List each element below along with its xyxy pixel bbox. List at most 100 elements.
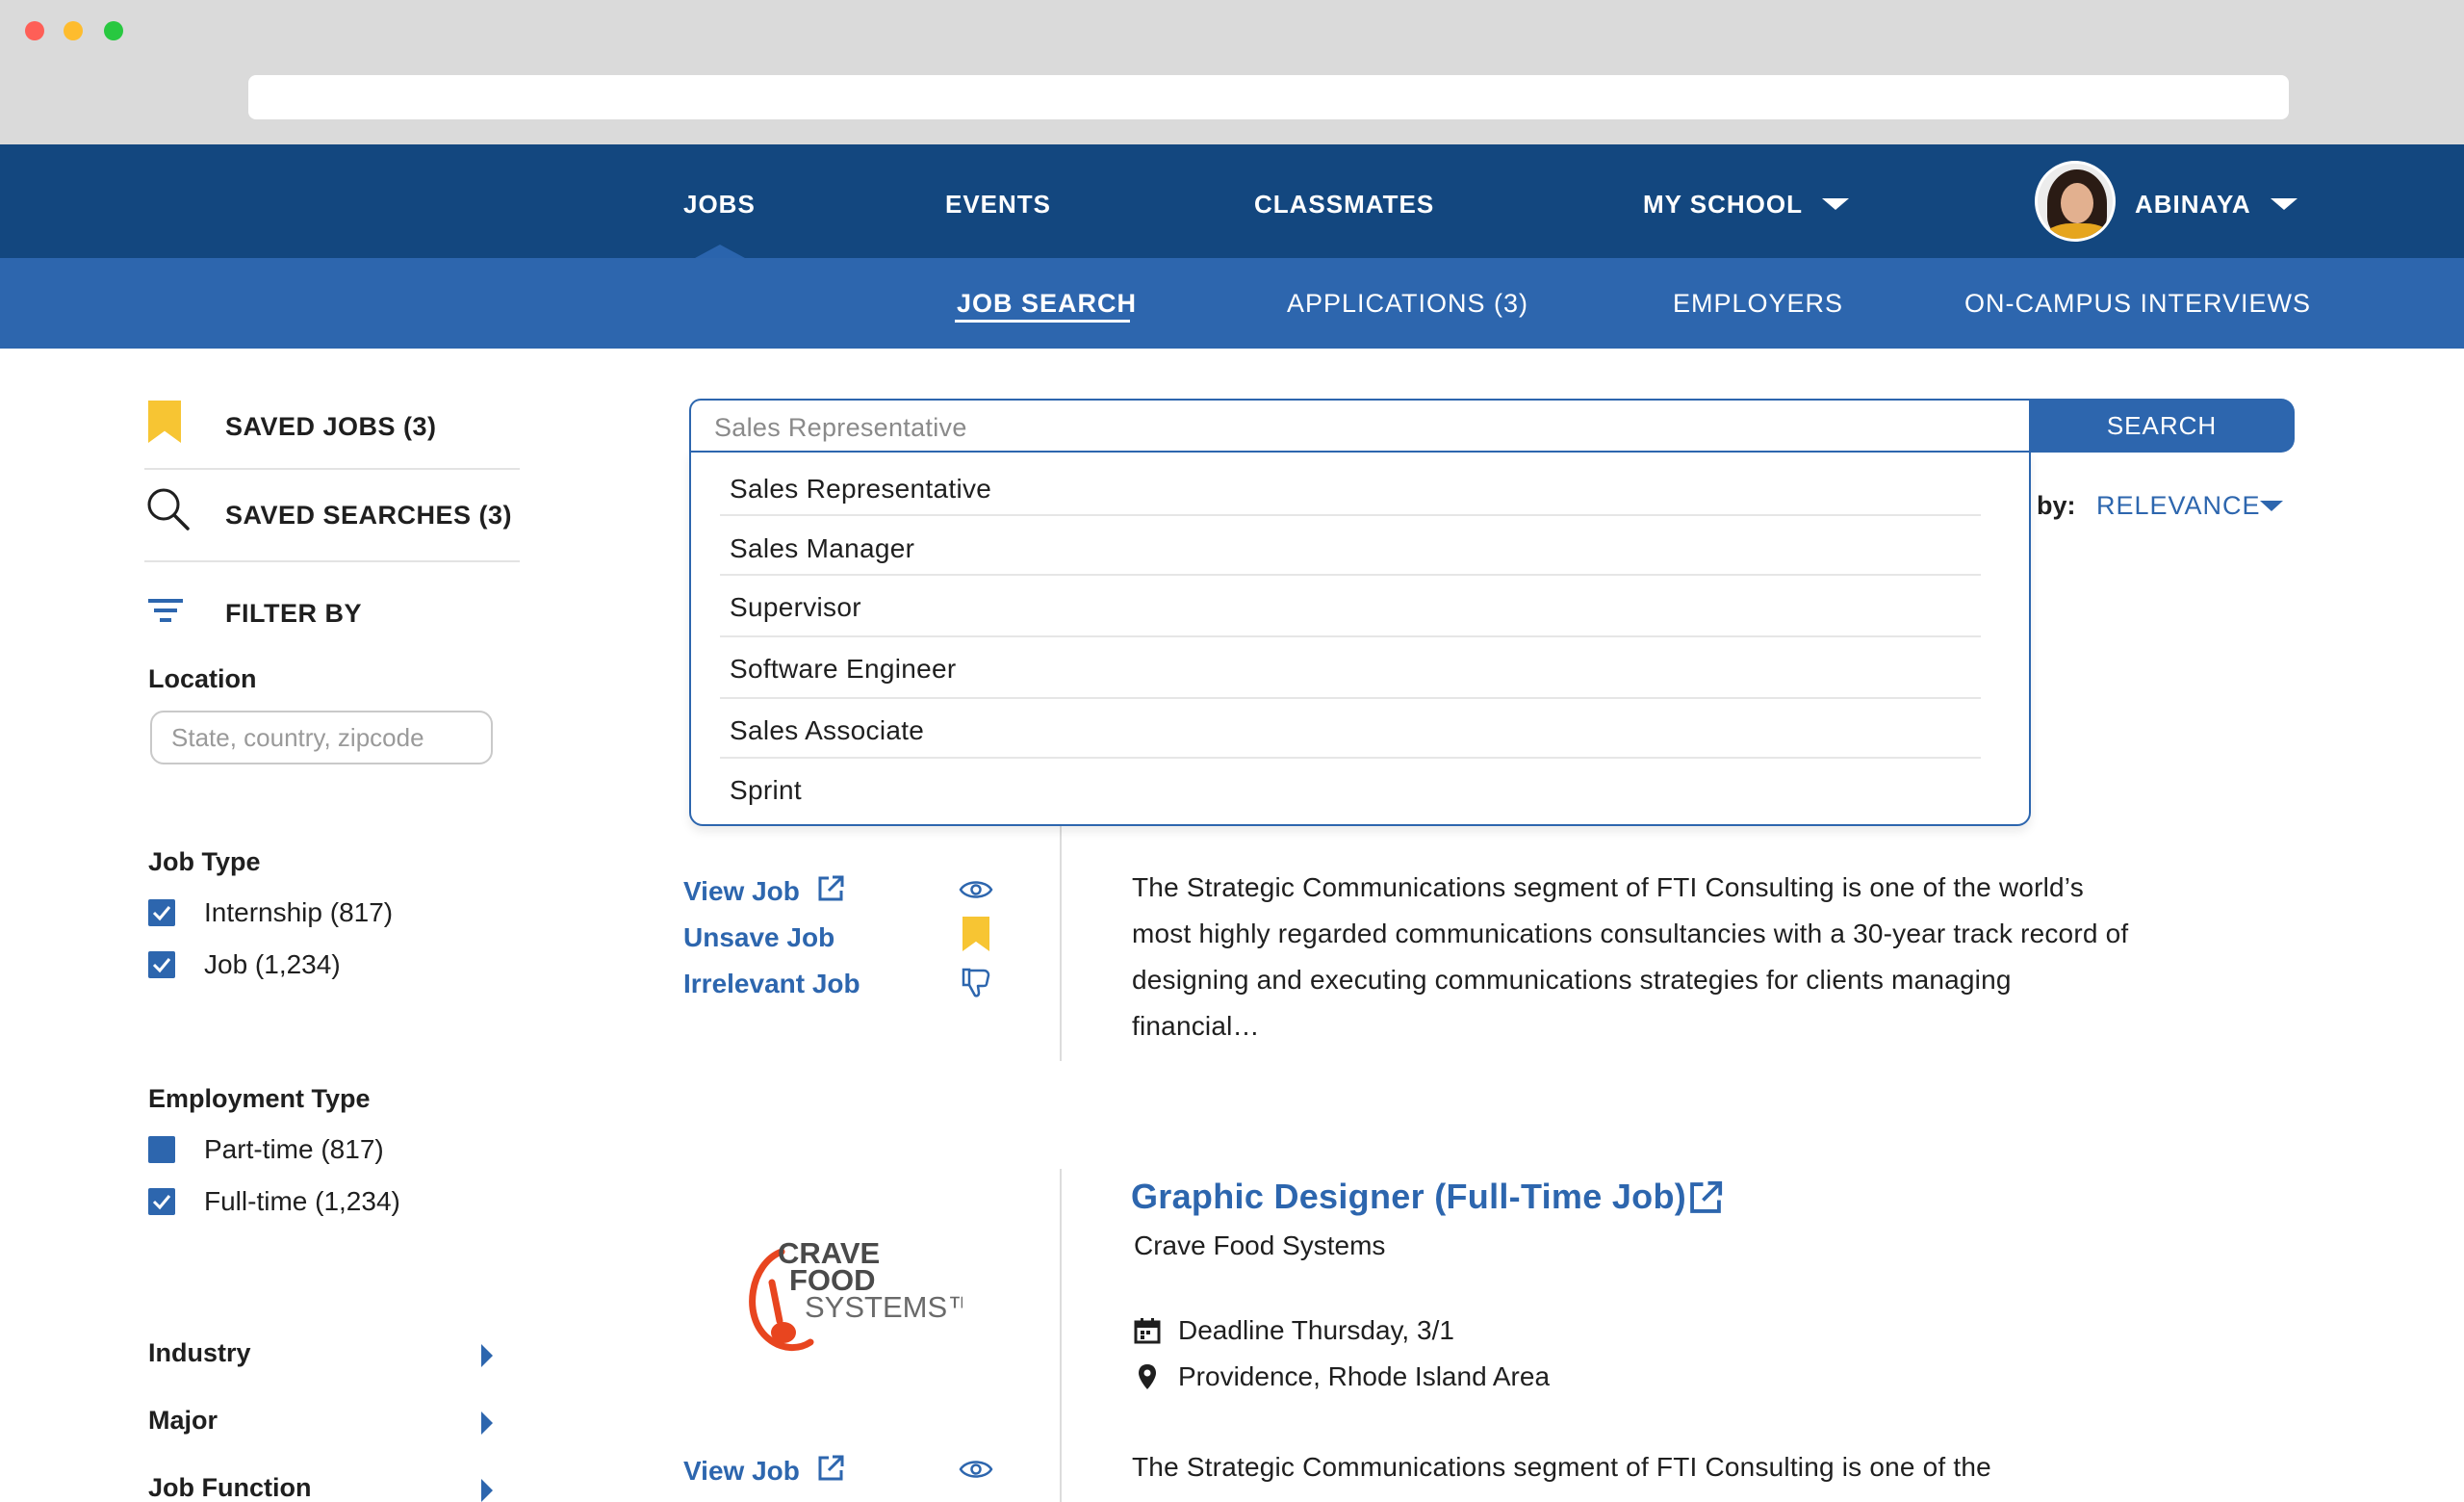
search-input[interactable] [714, 408, 1965, 447]
user-name: ABINAYA [2135, 190, 2251, 219]
suggestion-label: Sprint [730, 775, 802, 805]
suggestion-label: Software Engineer [730, 654, 957, 684]
maximize-window-button[interactable] [104, 21, 123, 40]
divider [144, 560, 520, 562]
nav-classmates[interactable]: CLASSMATES [1254, 144, 1434, 258]
search-icon [147, 488, 190, 531]
suggestion-item[interactable]: Sales Associate [730, 694, 1981, 752]
nav-my-school-label: MY SCHOOL [1643, 190, 1803, 219]
major-filter[interactable]: Major [146, 1402, 502, 1444]
eye-icon[interactable] [959, 878, 993, 901]
job-description: The Strategic Communications segment of … [1132, 872, 2129, 1041]
job-type-title: Job Type [148, 847, 261, 876]
deadline-text: Deadline Thursday, 3/1 [1178, 1315, 1454, 1345]
minimize-window-button[interactable] [64, 21, 83, 40]
saved-searches-label: SAVED SEARCHES (3) [225, 501, 513, 530]
view-job-link[interactable]: View Job [683, 1456, 800, 1487]
chevron-down-icon [2270, 198, 2297, 211]
search-suggestions: Sales Representative Sales Manager Super… [689, 451, 2031, 826]
card-divider [1060, 826, 1062, 1061]
filter-icon [148, 599, 183, 622]
external-link-icon[interactable] [816, 1454, 845, 1483]
location-text: Providence, Rhode Island Area [1178, 1361, 1551, 1391]
industry-label: Industry [148, 1338, 251, 1367]
sub-navigation: JOB SEARCH APPLICATIONS (3) EMPLOYERS ON… [0, 258, 2464, 349]
active-tab-underline [955, 320, 1130, 323]
active-nav-indicator [695, 245, 745, 258]
suggestion-label: Supervisor [730, 592, 861, 622]
company-name: Crave Food Systems [1134, 1230, 1386, 1260]
checkbox-label: Full-time (1,234) [204, 1186, 400, 1216]
suggestion-label: Sales Manager [730, 533, 915, 563]
avatar-shirt [2043, 223, 2113, 239]
job-title-link[interactable]: Graphic Designer (Full-Time Job) [1131, 1177, 1686, 1217]
card-divider [1060, 1169, 1062, 1502]
job-function-label: Job Function [148, 1473, 312, 1502]
nav-jobs[interactable]: JOBS [683, 144, 756, 258]
thumbs-down-icon[interactable] [961, 967, 991, 999]
search-button[interactable]: SEARCH [2029, 399, 2295, 453]
nav-my-school[interactable]: MY SCHOOL [1643, 144, 1849, 258]
job-type-job-checkbox[interactable]: Job (1,234) [146, 945, 512, 984]
company-logo: CRAVE FOOD SYSTEMS™ [749, 1236, 962, 1351]
tab-job-search[interactable]: JOB SEARCH [957, 258, 1137, 349]
avatar-face [2061, 183, 2093, 223]
employment-full-time-checkbox[interactable]: Full-time (1,234) [146, 1182, 512, 1221]
search-box [689, 399, 2031, 453]
suggestion-item[interactable]: Sprint [730, 754, 1981, 812]
location-title: Location [148, 664, 257, 693]
address-bar[interactable] [248, 75, 2289, 119]
suggestion-item[interactable]: Software Engineer [730, 633, 1981, 690]
view-job-link[interactable]: View Job [683, 876, 800, 907]
bookmark-icon[interactable] [962, 917, 989, 951]
caret-right-icon [481, 1479, 493, 1502]
job-description: The Strategic Communications segment of … [1132, 1452, 1991, 1482]
suggestion-item[interactable]: Sales Manager [730, 512, 1981, 570]
browser-chrome [0, 0, 2464, 144]
saved-jobs-label: SAVED JOBS (3) [225, 412, 437, 441]
job-type-internship-checkbox[interactable]: Internship (817) [146, 893, 512, 932]
sort-by-label: by: [2037, 491, 2076, 520]
irrelevant-job-link[interactable]: Irrelevant Job [683, 969, 860, 999]
tab-employers[interactable]: EMPLOYERS [1673, 258, 1843, 349]
bookmark-icon [148, 401, 181, 443]
suggestion-label: Sales Representative [730, 474, 992, 504]
job-function-filter[interactable]: Job Function [146, 1469, 502, 1502]
saved-jobs-link[interactable]: SAVED JOBS (3) [146, 399, 522, 456]
avatar[interactable] [2035, 161, 2116, 242]
checkbox-label: Internship (817) [204, 897, 394, 927]
saved-searches-link[interactable]: SAVED SEARCHES (3) [146, 487, 522, 545]
chevron-down-icon [1821, 198, 1849, 211]
checkbox-checked [148, 951, 175, 978]
divider [144, 468, 520, 470]
close-window-button[interactable] [25, 21, 44, 40]
suggestion-item[interactable]: Supervisor [730, 571, 1981, 629]
industry-filter[interactable]: Industry [146, 1334, 502, 1377]
suggestion-item[interactable]: Sales Representative [730, 453, 1981, 510]
tab-on-campus-interviews[interactable]: ON-CAMPUS INTERVIEWS [1964, 258, 2311, 349]
employment-type-title: Employment Type [148, 1084, 371, 1113]
user-menu[interactable]: ABINAYA [2135, 144, 2297, 258]
eye-icon[interactable] [959, 1458, 993, 1481]
logo-text-line3: SYSTEMS™ [805, 1290, 962, 1324]
map-pin-icon [1139, 1364, 1156, 1389]
checkbox-label: Part-time (817) [204, 1134, 384, 1164]
top-navigation: JOBS EVENTS CLASSMATES MY SCHOOL ABINAYA [0, 144, 2464, 258]
filter-by-label: FILTER BY [225, 599, 362, 628]
checkbox-checked [148, 899, 175, 926]
nav-events[interactable]: EVENTS [945, 144, 1051, 258]
location-input[interactable] [150, 711, 493, 764]
caret-right-icon [481, 1411, 493, 1435]
external-link-icon[interactable] [1687, 1179, 1724, 1216]
unsave-job-link[interactable]: Unsave Job [683, 922, 834, 953]
external-link-icon[interactable] [816, 874, 845, 903]
major-label: Major [148, 1406, 218, 1435]
tab-applications[interactable]: APPLICATIONS (3) [1287, 258, 1528, 349]
sort-dropdown[interactable]: RELEVANCE [2096, 491, 2261, 521]
caret-right-icon [481, 1344, 493, 1367]
employment-part-time-checkbox[interactable]: Part-time (817) [146, 1130, 512, 1169]
calendar-icon [1134, 1318, 1161, 1344]
chevron-down-icon[interactable] [2260, 501, 2283, 511]
checkbox-unchecked [148, 1136, 175, 1163]
suggestion-label: Sales Associate [730, 715, 925, 745]
